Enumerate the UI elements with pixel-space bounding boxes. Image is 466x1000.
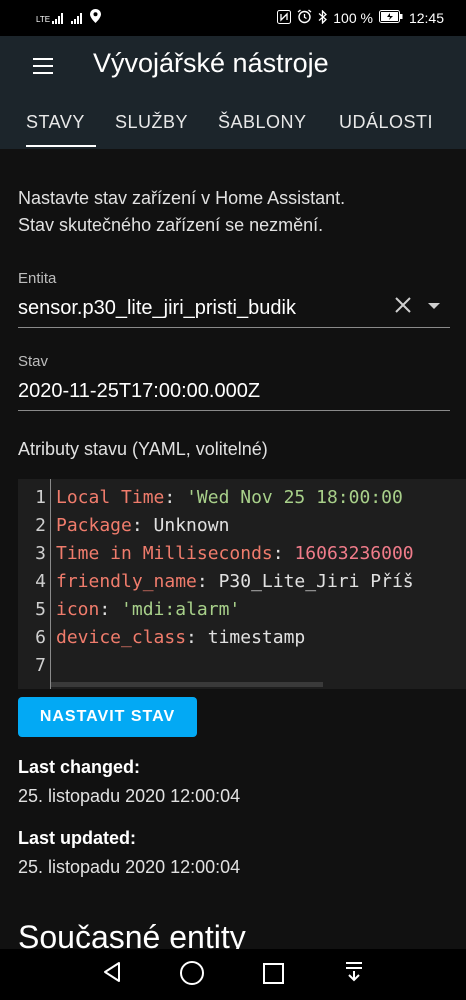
tab-bar: STAVY SLUŽBY ŠABLONY UDÁLOSTI xyxy=(0,109,466,149)
code-line: icon: 'mdi:alarm' xyxy=(56,599,240,620)
yaml-value: 'Wed Nov 25 18:00:00 xyxy=(186,487,403,508)
tab-services[interactable]: SLUŽBY xyxy=(115,112,188,133)
yaml-value: Unknown xyxy=(153,515,230,536)
last-updated-value: 25. listopadu 2020 12:00:04 xyxy=(18,857,241,877)
location-icon xyxy=(90,9,102,26)
line-number: 7 xyxy=(35,655,46,676)
clear-icon[interactable] xyxy=(394,296,414,316)
yaml-editor[interactable]: 1 2 3 4 5 6 7 Local Time: 'Wed Nov 25 18… xyxy=(18,479,466,689)
entity-input[interactable]: sensor.p30_lite_jiri_pristi_budik xyxy=(18,297,296,320)
tab-templates[interactable]: ŠABLONY xyxy=(218,112,307,133)
home-icon[interactable] xyxy=(180,961,204,985)
clock: 12:45 xyxy=(408,10,444,26)
network-type: LTE xyxy=(36,14,51,24)
app-bar: Vývojářské nástroje STAVY SLUŽBY ŠABLONY… xyxy=(0,36,466,149)
last-changed-label: Last changed: xyxy=(18,757,141,777)
battery-percent: 100 % xyxy=(333,10,373,26)
set-state-button[interactable]: NASTAVIT STAV xyxy=(18,697,197,737)
last-updated-label: Last updated: xyxy=(18,828,137,848)
line-number: 2 xyxy=(35,515,46,536)
description-line-1: Nastavte stav zařízení v Home Assistant. xyxy=(18,188,346,208)
code-line: Local Time: 'Wed Nov 25 18:00:00 xyxy=(56,487,403,508)
back-icon[interactable] xyxy=(102,961,122,988)
yaml-key: Package xyxy=(56,515,132,536)
line-number: 6 xyxy=(35,627,46,648)
lte-signal-icon: LTE xyxy=(36,12,64,24)
recents-icon[interactable] xyxy=(263,963,284,984)
description-line-2: Stav skutečného zařízení se nezmění. xyxy=(18,215,324,235)
yaml-value: 'mdi:alarm' xyxy=(121,599,241,620)
description: Nastavte stav zařízení v Home Assistant.… xyxy=(18,185,345,239)
status-bar: LTE 100 % 12:45 xyxy=(0,0,466,36)
yaml-separator: : xyxy=(186,627,208,648)
line-number: 5 xyxy=(35,599,46,620)
nfc-icon xyxy=(277,9,292,27)
yaml-value: timestamp xyxy=(207,627,306,648)
chevron-down-icon[interactable] xyxy=(428,303,440,309)
yaml-separator: : xyxy=(131,515,154,536)
line-number: 1 xyxy=(35,487,46,508)
tab-states[interactable]: STAVY xyxy=(26,112,85,133)
yaml-value: 16063236000 xyxy=(294,543,414,564)
entity-underline xyxy=(18,327,450,328)
notification-pull-icon[interactable] xyxy=(343,961,365,988)
line-number-gutter: 1 2 3 4 5 6 7 xyxy=(18,479,51,689)
yaml-key: device_class xyxy=(56,627,187,648)
tab-events[interactable]: UDÁLOSTI xyxy=(339,112,433,133)
main-content: Nastavte stav zařízení v Home Assistant.… xyxy=(0,149,466,955)
bluetooth-icon xyxy=(318,8,328,27)
yaml-key: Time in Milliseconds xyxy=(56,543,273,564)
yaml-value: P30_Lite_Jiri Příš xyxy=(218,571,414,592)
yaml-separator: : xyxy=(164,487,187,508)
state-input[interactable]: 2020-11-25T17:00:00.000Z xyxy=(18,380,260,403)
battery-icon xyxy=(378,10,403,26)
code-line: friendly_name: P30_Lite_Jiri Příš xyxy=(56,571,414,592)
yaml-separator: : xyxy=(272,543,295,564)
code-line: Time in Milliseconds: 16063236000 xyxy=(56,543,414,564)
page-title: Vývojářské nástroje xyxy=(93,48,329,78)
line-number: 4 xyxy=(35,571,46,592)
yaml-key: Local Time xyxy=(56,487,165,508)
state-label: Stav xyxy=(18,353,49,370)
yaml-separator: : xyxy=(99,599,122,620)
yaml-key: friendly_name xyxy=(56,571,197,592)
state-underline xyxy=(18,410,450,411)
navigation-bar xyxy=(0,949,466,1000)
active-tab-indicator xyxy=(26,145,96,147)
signal-icon xyxy=(71,12,83,24)
code-line: Package: Unknown xyxy=(56,515,229,536)
entity-label: Entita xyxy=(18,270,57,287)
attributes-label: Atributy stavu (YAML, volitelné) xyxy=(18,439,268,459)
last-changed-value: 25. listopadu 2020 12:00:04 xyxy=(18,786,241,806)
line-number: 3 xyxy=(35,543,46,564)
horizontal-scrollbar[interactable] xyxy=(51,682,323,687)
alarm-icon xyxy=(297,9,312,27)
yaml-key: icon xyxy=(56,599,100,620)
yaml-separator: : xyxy=(196,571,219,592)
code-line: device_class: timestamp xyxy=(56,627,305,648)
menu-icon[interactable] xyxy=(33,58,53,74)
